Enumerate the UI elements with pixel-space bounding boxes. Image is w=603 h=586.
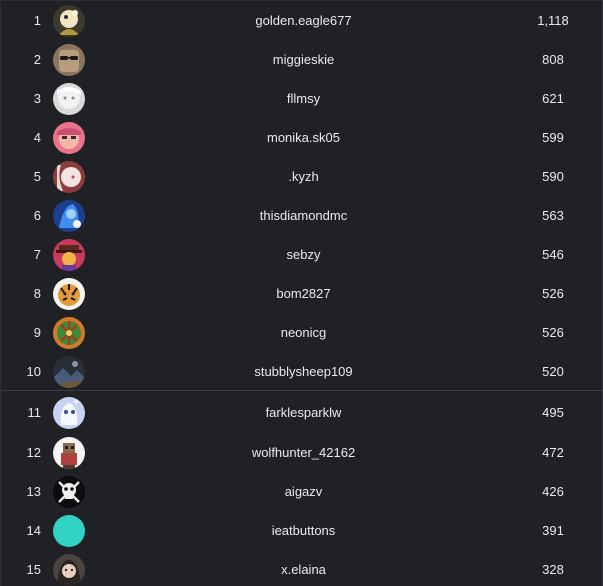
username: golden.eagle677 xyxy=(255,13,352,28)
avatar-dark-landscape-icon xyxy=(53,355,85,388)
username: miggieskie xyxy=(272,52,335,67)
top-ten-divider xyxy=(1,390,603,391)
avatar-portrait-icon xyxy=(53,553,85,586)
score: 328 xyxy=(542,562,564,577)
score: 495 xyxy=(542,405,564,420)
leaderboard-row[interactable]: 13 aigazv 426 xyxy=(1,472,603,511)
score: 526 xyxy=(542,286,564,301)
score: 808 xyxy=(542,52,564,67)
leaderboard-row[interactable]: 1 golden.eagle677 1,118 xyxy=(1,1,603,40)
rank-number: 6 xyxy=(33,208,41,223)
rank-number: 8 xyxy=(33,286,41,301)
score: 391 xyxy=(542,523,564,538)
rank-number: 10 xyxy=(26,364,41,379)
rank-number: 3 xyxy=(33,91,41,106)
rank-number: 5 xyxy=(33,169,41,184)
avatar-pink-face-icon xyxy=(53,121,85,154)
avatar-eagle-icon xyxy=(53,4,85,37)
leaderboard: 1 golden.eagle677 1,118 2 miggieskie 808… xyxy=(0,0,603,586)
leaderboard-row[interactable]: 5 .kyzh 590 xyxy=(1,157,603,196)
leaderboard-row[interactable]: 6 thisdiamondmc 563 xyxy=(1,196,603,235)
leaderboard-row[interactable]: 8 bom2827 526 xyxy=(1,274,603,313)
leaderboard-row[interactable]: 7 sebzy 546 xyxy=(1,235,603,274)
username: thisdiamondmc xyxy=(259,208,348,223)
username: monika.sk05 xyxy=(267,130,340,145)
rank-number: 12 xyxy=(26,445,41,460)
avatar-skull-crossbones-icon xyxy=(53,475,85,508)
score: 472 xyxy=(542,445,564,460)
rank-number: 4 xyxy=(33,130,41,145)
username: ieatbuttons xyxy=(271,523,336,538)
username: .kyzh xyxy=(288,169,319,184)
score: 599 xyxy=(542,130,564,145)
avatar-green-pattern-icon xyxy=(53,316,85,349)
score: 526 xyxy=(542,325,564,340)
username: farklesparklw xyxy=(265,405,342,420)
username: wolfhunter_42162 xyxy=(251,445,356,460)
username: fllmsy xyxy=(286,91,321,106)
rank-number: 14 xyxy=(26,523,41,538)
username: aigazv xyxy=(284,484,323,499)
leaderboard-row[interactable]: 4 monika.sk05 599 xyxy=(1,118,603,157)
leaderboard-row[interactable]: 9 neonicg 526 xyxy=(1,313,603,352)
leaderboard-row[interactable]: 11 farklesparklw 495 xyxy=(1,393,603,432)
rank-number: 15 xyxy=(26,562,41,577)
score: 563 xyxy=(542,208,564,223)
score: 546 xyxy=(542,247,564,262)
leaderboard-row[interactable]: 12 wolfhunter_42162 472 xyxy=(1,433,603,472)
username: x.elaina xyxy=(281,562,326,577)
rank-number: 9 xyxy=(33,325,41,340)
avatar-teal-circle-icon xyxy=(53,514,85,547)
avatar-white-creature-icon xyxy=(53,396,85,429)
rank-number: 1 xyxy=(33,13,41,28)
leaderboard-row[interactable]: 3 fllmsy 621 xyxy=(1,79,603,118)
avatar-sunglasses-icon xyxy=(53,43,85,76)
score: 520 xyxy=(542,364,564,379)
avatar-tiger-icon xyxy=(53,277,85,310)
username: bom2827 xyxy=(276,286,331,301)
score: 1,118 xyxy=(537,13,569,28)
avatar-white-hair-icon xyxy=(53,82,85,115)
username: sebzy xyxy=(286,247,321,262)
rank-number: 11 xyxy=(27,405,42,420)
score: 426 xyxy=(542,484,564,499)
leaderboard-row[interactable]: 14 ieatbuttons 391 xyxy=(1,511,603,550)
rank-number: 13 xyxy=(26,484,41,499)
leaderboard-row[interactable]: 15 x.elaina 328 xyxy=(1,550,603,586)
avatar-blue-character-icon xyxy=(53,199,85,232)
score: 590 xyxy=(542,169,564,184)
username: neonicg xyxy=(280,325,327,340)
leaderboard-row[interactable]: 10 stubblysheep109 520 xyxy=(1,352,603,391)
avatar-hat-character-icon xyxy=(53,238,85,271)
avatar-pixel-character-icon xyxy=(53,436,85,469)
username: stubblysheep109 xyxy=(254,364,353,379)
rank-number: 2 xyxy=(33,52,41,67)
avatar-pale-figure-icon xyxy=(53,160,85,193)
score: 621 xyxy=(542,91,564,106)
leaderboard-row[interactable]: 2 miggieskie 808 xyxy=(1,40,603,79)
rank-number: 7 xyxy=(33,247,41,262)
